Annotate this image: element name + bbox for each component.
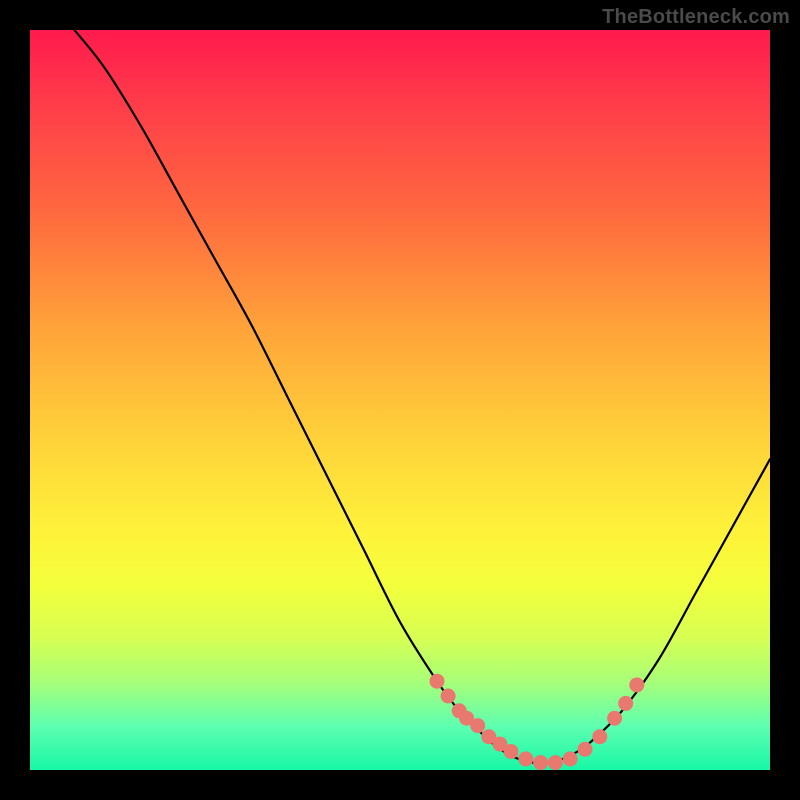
highlight-marker: [548, 755, 563, 770]
bottleneck-curve: [74, 30, 770, 763]
highlight-marker: [441, 689, 456, 704]
highlight-marker: [563, 751, 578, 766]
highlight-marker: [470, 718, 485, 733]
highlight-marker: [504, 744, 519, 759]
highlight-marker: [607, 711, 622, 726]
marker-group: [430, 674, 645, 770]
highlight-marker: [578, 742, 593, 757]
highlight-marker: [592, 729, 607, 744]
highlight-marker: [618, 696, 633, 711]
highlight-marker: [533, 755, 548, 770]
highlight-marker: [518, 751, 533, 766]
highlight-marker: [629, 677, 644, 692]
chart-svg: [30, 30, 770, 770]
watermark-text: TheBottleneck.com: [602, 6, 790, 29]
highlight-marker: [430, 674, 445, 689]
